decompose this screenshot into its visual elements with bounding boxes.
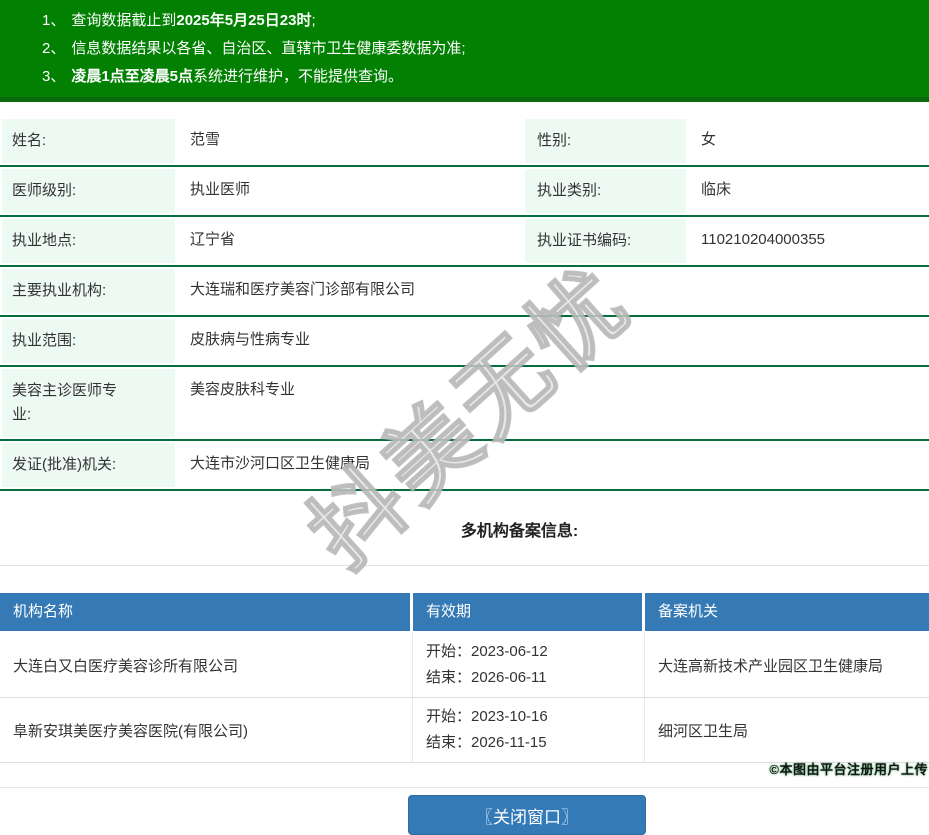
filing-row: 大连白又白医疗美容诊所有限公司开始：2023-06-12结束：2026-06-1… bbox=[0, 631, 929, 698]
field-label: 性别: bbox=[523, 117, 688, 165]
filing-header-cell: 有效期 bbox=[413, 593, 645, 631]
field-label: 主要执业机构: bbox=[0, 267, 177, 315]
field-label: 医师级别: bbox=[0, 167, 177, 215]
field-value: 范雪 bbox=[177, 117, 523, 165]
notice-text: 凌晨1点至凌晨5点 bbox=[71, 68, 193, 85]
validity-end: 结束：2026-06-11 bbox=[426, 665, 644, 691]
field-value: 皮肤病与性病专业 bbox=[177, 317, 929, 365]
practitioner-info-table: 姓名:范雪性别:女医师级别:执业医师执业类别:临床执业地点:辽宁省执业证书编码:… bbox=[0, 117, 929, 491]
notice-text: 查询数据截止到 bbox=[71, 12, 176, 29]
validity-end: 结束：2026-11-15 bbox=[426, 730, 644, 756]
filing-table-header: 机构名称有效期备案机关 bbox=[0, 593, 929, 631]
field-label: 美容主诊医师专业: bbox=[0, 367, 177, 439]
notice-number: 2、 bbox=[42, 40, 65, 57]
field-value: 临床 bbox=[688, 167, 929, 215]
validity-start: 开始：2023-10-16 bbox=[426, 704, 644, 730]
filing-table-body: 大连白又白医疗美容诊所有限公司开始：2023-06-12结束：2026-06-1… bbox=[0, 631, 929, 763]
info-row: 美容主诊医师专业:美容皮肤科专业 bbox=[0, 367, 929, 441]
field-value: 110210204000355 bbox=[688, 217, 929, 265]
notice-list: 1、查询数据截止到2025年5月25日23时;2、信息数据结果以各省、自治区、直… bbox=[42, 7, 919, 91]
notice-banner: 1、查询数据截止到2025年5月25日23时;2、信息数据结果以各省、自治区、直… bbox=[0, 0, 929, 102]
info-row: 执业地点:辽宁省执业证书编码:110210204000355 bbox=[0, 217, 929, 267]
field-value: 大连瑞和医疗美容门诊部有限公司 bbox=[177, 267, 929, 315]
notice-text: 2025年5月25日23时 bbox=[176, 12, 311, 29]
notice-line-2: 2、信息数据结果以各省、自治区、直辖市卫生健康委数据为准; bbox=[42, 35, 919, 63]
field-value: 大连市沙河口区卫生健康局 bbox=[177, 441, 929, 489]
field-label: 姓名: bbox=[0, 117, 177, 165]
footer-stamp: ©本图由平台注册用户上传 bbox=[769, 759, 928, 778]
info-row: 发证(批准)机关:大连市沙河口区卫生健康局 bbox=[0, 441, 929, 491]
org-name-cell: 大连白又白医疗美容诊所有限公司 bbox=[0, 633, 413, 697]
notice-line-3: 3、凌晨1点至凌晨5点系统进行维护，不能提供查询。 bbox=[42, 63, 919, 91]
field-value: 执业医师 bbox=[177, 167, 523, 215]
info-row: 主要执业机构:大连瑞和医疗美容门诊部有限公司 bbox=[0, 267, 929, 317]
notice-text: 系统进行维护，不能提供查询。 bbox=[193, 68, 403, 85]
field-value: 女 bbox=[688, 117, 929, 165]
authority-cell: 细河区卫生局 bbox=[645, 698, 929, 762]
org-name-cell: 阜新安琪美医疗美容医院(有限公司) bbox=[0, 698, 413, 762]
filing-row: 阜新安琪美医疗美容医院(有限公司)开始：2023-10-16结束：2026-11… bbox=[0, 698, 929, 763]
field-label: 执业范围: bbox=[0, 317, 177, 365]
field-label: 发证(批准)机关: bbox=[0, 441, 177, 489]
section-heading: 多机构备案信息: bbox=[110, 517, 929, 541]
notice-number: 1、 bbox=[42, 12, 65, 29]
field-value: 美容皮肤科专业 bbox=[177, 367, 929, 439]
notice-line-1: 1、查询数据截止到2025年5月25日23时; bbox=[42, 7, 919, 35]
authority-cell: 大连高新技术产业园区卫生健康局 bbox=[645, 633, 929, 697]
notice-text: ; bbox=[311, 12, 315, 29]
divider bbox=[0, 565, 929, 566]
field-label: 执业证书编码: bbox=[523, 217, 688, 265]
validity-cell: 开始：2023-06-12结束：2026-06-11 bbox=[413, 633, 645, 697]
info-row: 姓名:范雪性别:女 bbox=[0, 117, 929, 167]
info-row: 医师级别:执业医师执业类别:临床 bbox=[0, 167, 929, 217]
notice-number: 3、 bbox=[42, 68, 65, 85]
validity-cell: 开始：2023-10-16结束：2026-11-15 bbox=[413, 698, 645, 762]
field-label: 执业地点: bbox=[0, 217, 177, 265]
field-value: 辽宁省 bbox=[177, 217, 523, 265]
filing-header-cell: 机构名称 bbox=[0, 593, 413, 631]
validity-start: 开始：2023-06-12 bbox=[426, 639, 644, 665]
filing-header-cell: 备案机关 bbox=[645, 593, 929, 631]
close-window-button[interactable]: 〖关闭窗口〗 bbox=[408, 795, 646, 835]
notice-text: 信息数据结果以各省、自治区、直辖市卫生健康委数据为准; bbox=[71, 40, 465, 57]
info-row: 执业范围:皮肤病与性病专业 bbox=[0, 317, 929, 367]
field-label: 执业类别: bbox=[523, 167, 688, 215]
